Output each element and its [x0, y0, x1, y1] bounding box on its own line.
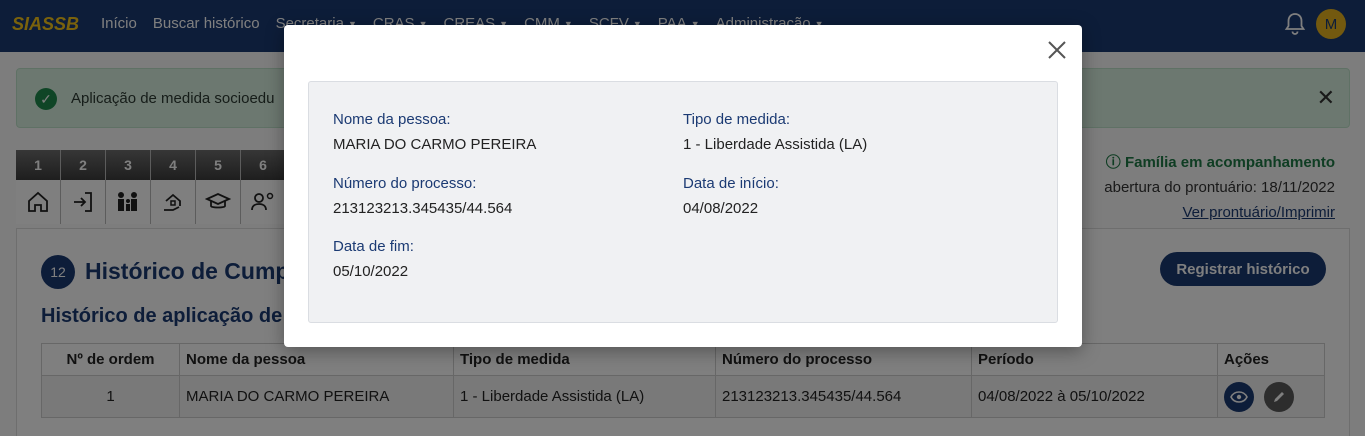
field-label: Nome da pessoa: — [333, 111, 451, 128]
field-nome: Nome da pessoa: MARIA DO CARMO PEREIRA — [333, 110, 536, 155]
field-label: Número do processo: — [333, 175, 477, 192]
field-label: Tipo de medida: — [683, 111, 791, 128]
detail-modal: Nome da pessoa: MARIA DO CARMO PEREIRA T… — [284, 25, 1082, 347]
close-icon[interactable] — [1044, 37, 1070, 63]
field-value: MARIA DO CARMO PEREIRA — [333, 136, 537, 153]
detail-panel: Nome da pessoa: MARIA DO CARMO PEREIRA T… — [308, 81, 1058, 323]
field-value: 213123213.345435/44.564 — [333, 200, 513, 217]
field-processo: Número do processo: 213123213.345435/44.… — [333, 174, 512, 219]
field-label: Data de fim: — [333, 238, 414, 255]
field-label: Data de início: — [683, 175, 779, 192]
field-inicio: Data de início: 04/08/2022 — [683, 174, 779, 219]
field-value: 1 - Liberdade Assistida (LA) — [683, 136, 868, 153]
field-value: 05/10/2022 — [333, 263, 409, 280]
field-value: 04/08/2022 — [683, 200, 759, 217]
field-tipo: Tipo de medida: 1 - Liberdade Assistida … — [683, 110, 867, 155]
field-fim: Data de fim: 05/10/2022 — [333, 237, 414, 282]
